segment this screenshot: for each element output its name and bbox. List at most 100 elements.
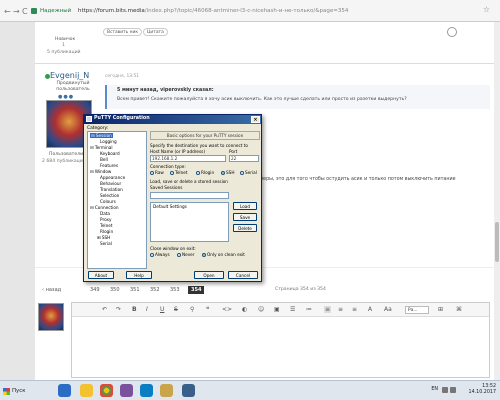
tree-item-translation[interactable]: Translation: [100, 187, 123, 192]
tray-volume-icon[interactable]: [450, 387, 456, 393]
tree-item-appearance[interactable]: Appearance: [100, 175, 125, 180]
prev-page-link[interactable]: ‹ назад: [39, 286, 64, 294]
emoji-icon[interactable]: ☺: [258, 306, 264, 313]
delete-button[interactable]: Delete: [233, 224, 257, 232]
taskbar-putty-icon[interactable]: [182, 384, 195, 397]
table-icon[interactable]: ⊞: [438, 306, 443, 313]
quote-text: Всем привет! Скажите пожалуйста я хочу а…: [117, 97, 407, 102]
taskbar-avatar-icon[interactable]: [160, 384, 173, 397]
font-size-icon[interactable]: Aa: [384, 306, 392, 313]
link-icon[interactable]: ⚲: [190, 306, 194, 313]
clock[interactable]: 13:52 14.10.2017: [469, 384, 496, 396]
page-link[interactable]: 351: [127, 286, 143, 294]
post-username[interactable]: Evgenij_N: [50, 71, 89, 80]
radio-clean-exit[interactable]: Only on clean exit: [202, 252, 245, 257]
radio-ssh[interactable]: SSH: [221, 170, 234, 175]
taskbar-chrome-icon[interactable]: [100, 384, 113, 397]
align-left-icon[interactable]: ≡: [324, 306, 332, 313]
text-color-icon[interactable]: A: [368, 306, 372, 313]
tree-item-serial[interactable]: Serial: [100, 241, 112, 246]
tree-item-bell[interactable]: Bell: [100, 157, 108, 162]
tree-item-proxy[interactable]: Proxy: [100, 217, 111, 222]
tree-item-ssh[interactable]: ⊞ SSH: [97, 235, 110, 240]
radio-telnet[interactable]: Telnet: [170, 170, 187, 175]
bold-icon[interactable]: B: [132, 306, 137, 313]
tray-network-icon[interactable]: [442, 387, 448, 393]
align-center-icon[interactable]: ≡: [338, 306, 343, 313]
tree-item-behaviour[interactable]: Behaviour: [100, 181, 121, 186]
cancel-button[interactable]: Cancel: [228, 271, 258, 279]
page-link[interactable]: 350: [107, 286, 123, 294]
radio-serial[interactable]: Serial: [240, 170, 257, 175]
align-right-icon[interactable]: ≡: [352, 306, 357, 313]
saved-session-input[interactable]: [150, 192, 229, 199]
tree-item-telnet[interactable]: Telnet: [100, 223, 112, 228]
strike-icon[interactable]: S: [174, 306, 178, 313]
url-input[interactable]: https://forum.bits.media/index.php?/topi…: [78, 8, 348, 14]
forward-icon[interactable]: →: [13, 7, 20, 16]
tree-item-session[interactable]: ⊟ Session: [90, 133, 113, 138]
taskbar-viber-icon[interactable]: [120, 384, 133, 397]
tree-item-terminal[interactable]: ⊟ Terminal: [90, 145, 113, 150]
undo-icon[interactable]: ↶: [102, 306, 107, 313]
scrollbar-thumb[interactable]: [495, 222, 499, 262]
tree-item-logging[interactable]: Logging: [100, 139, 117, 144]
back-icon[interactable]: ←: [4, 7, 11, 16]
source-icon[interactable]: ⌘: [456, 306, 462, 313]
code-icon[interactable]: <>: [222, 306, 232, 313]
help-button[interactable]: Help: [126, 271, 152, 279]
italic-icon[interactable]: I: [146, 306, 148, 313]
post-body-text: ллеры, это для того чтобы остудить асик …: [257, 177, 456, 182]
tree-item-rlogin[interactable]: Rlogin: [100, 229, 113, 234]
load-button[interactable]: Load: [233, 202, 257, 210]
radio-never[interactable]: Never: [177, 252, 195, 257]
spoiler-icon[interactable]: ◐: [242, 306, 247, 313]
port-input[interactable]: 22: [229, 155, 259, 162]
page-info[interactable]: Страница 354 из 354: [275, 287, 326, 292]
tree-item-selection[interactable]: Selection: [100, 193, 119, 198]
list-number-icon[interactable]: ≔: [306, 306, 312, 313]
redo-icon[interactable]: ↷: [116, 306, 121, 313]
image-icon[interactable]: ▣: [274, 306, 280, 313]
reply-editor[interactable]: ↶ ↷ B I U S ⚲ ❝ <> ◐ ☺ ▣ ☰ ≔ ≡ ≡ ≡ A Aa …: [71, 302, 490, 378]
reload-icon[interactable]: C: [22, 7, 28, 16]
sessions-list[interactable]: Default Settings: [150, 202, 229, 242]
radio-raw[interactable]: Raw: [150, 170, 164, 175]
radio-rlogin[interactable]: Rlogin: [196, 170, 214, 175]
tree-item-features[interactable]: Features: [100, 163, 118, 168]
language-indicator[interactable]: EN: [431, 387, 438, 392]
tree-item-window[interactable]: ⊟ Window: [90, 169, 111, 174]
like-icon[interactable]: [447, 27, 457, 37]
category-tree[interactable]: ⊟ Session Logging ⊟ Terminal Keyboard Be…: [87, 131, 147, 269]
page-link[interactable]: 353: [167, 286, 183, 294]
save-button[interactable]: Save: [233, 213, 257, 221]
underline-icon[interactable]: U: [160, 306, 164, 313]
close-icon[interactable]: ×: [251, 116, 260, 123]
radio-label: Raw: [155, 170, 164, 175]
host-input[interactable]: 192.168.1.2: [150, 155, 226, 162]
open-button[interactable]: Open: [194, 271, 224, 279]
taskbar-ie-icon[interactable]: [58, 384, 71, 397]
radio-always[interactable]: Always: [150, 252, 170, 257]
start-button[interactable]: Пуск: [2, 385, 30, 397]
page-link-current[interactable]: 354: [188, 286, 205, 294]
tree-item-data[interactable]: Data: [100, 211, 110, 216]
format-select[interactable]: Ра...: [405, 306, 429, 314]
quote-icon[interactable]: ❝: [206, 306, 209, 313]
tree-item-connection[interactable]: ⊟ Connection: [90, 205, 119, 210]
tree-item-keyboard[interactable]: Keyboard: [100, 151, 120, 156]
about-button[interactable]: About: [88, 271, 114, 279]
quote-button[interactable]: Цитата: [143, 28, 168, 36]
page-link[interactable]: 352: [147, 286, 163, 294]
tree-item-colours[interactable]: Colours: [100, 199, 116, 204]
page-scrollbar[interactable]: [494, 22, 500, 380]
bookmark-star-icon[interactable]: ☆: [483, 5, 490, 14]
page-link[interactable]: 349: [87, 286, 103, 294]
list-item[interactable]: Default Settings: [153, 204, 187, 209]
lock-icon: [31, 8, 37, 14]
putty-titlebar[interactable]: PuTTY Configuration ×: [84, 115, 261, 124]
insert-nick-button[interactable]: Вставить ник: [103, 28, 143, 36]
taskbar-teamviewer-icon[interactable]: [140, 384, 153, 397]
taskbar-explorer-icon[interactable]: [80, 384, 93, 397]
list-bullet-icon[interactable]: ☰: [290, 306, 295, 313]
